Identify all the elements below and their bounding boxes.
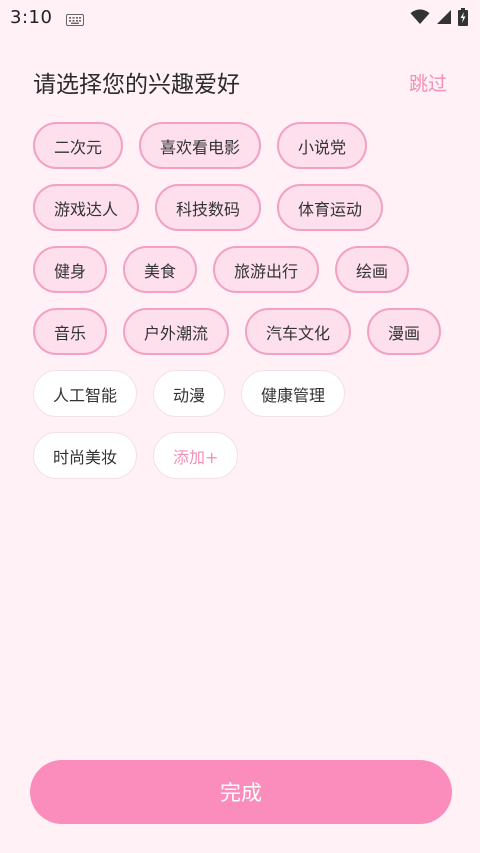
interest-tag[interactable]: 健身	[33, 246, 108, 293]
complete-button[interactable]: 完成	[30, 760, 452, 824]
interest-tag[interactable]: 户外潮流	[123, 308, 230, 355]
header: 请选择您的兴趣爱好 跳过	[33, 62, 447, 102]
status-right	[410, 8, 468, 26]
tag-row: 音乐 户外潮流 汽车文化 漫画	[33, 308, 453, 355]
interest-tag[interactable]: 时尚美妆	[33, 432, 138, 479]
interest-tag[interactable]: 健康管理	[241, 370, 346, 417]
interest-tag[interactable]: 科技数码	[155, 184, 262, 231]
tag-row: 游戏达人 科技数码 体育运动	[33, 184, 453, 231]
interest-tag[interactable]: 绘画	[335, 246, 410, 293]
wifi-icon	[410, 9, 430, 25]
interest-tag[interactable]: 美食	[123, 246, 198, 293]
signal-icon	[436, 9, 452, 25]
status-left: 3:10	[10, 6, 85, 28]
battery-charging-icon	[458, 8, 468, 26]
tag-row: 人工智能 动漫 健康管理	[33, 370, 453, 417]
interest-tag[interactable]: 体育运动	[277, 184, 384, 231]
interest-tag[interactable]: 喜欢看电影	[139, 122, 262, 169]
interest-tag[interactable]: 小说党	[277, 122, 368, 169]
page-title: 请选择您的兴趣爱好	[33, 72, 240, 98]
add-tag-button[interactable]: 添加+	[153, 432, 239, 479]
interest-tag[interactable]: 汽车文化	[245, 308, 352, 355]
interest-tag[interactable]: 动漫	[153, 370, 226, 417]
keyboard-icon	[66, 11, 85, 26]
interest-tag[interactable]: 音乐	[33, 308, 108, 355]
tag-row: 二次元 喜欢看电影 小说党	[33, 122, 453, 169]
interest-tag[interactable]: 漫画	[367, 308, 442, 355]
status-time: 3:10	[10, 6, 53, 28]
interest-tag-list: 二次元 喜欢看电影 小说党 游戏达人 科技数码 体育运动 健身 美食 旅游出行 绘画 音乐 户外潮流汽…	[33, 122, 453, 494]
status-bar: 3:10	[0, 0, 480, 34]
interest-tag[interactable]: 二次元	[33, 122, 124, 169]
interest-tag[interactable]: 人工智能	[33, 370, 138, 417]
interest-tag[interactable]: 游戏达人	[33, 184, 140, 231]
tag-row: 健身 美食 旅游出行 绘画	[33, 246, 453, 293]
skip-button[interactable]: 跳过	[409, 69, 447, 96]
tag-row: 时尚美妆 添加+	[33, 432, 453, 479]
interest-tag[interactable]: 旅游出行	[213, 246, 320, 293]
